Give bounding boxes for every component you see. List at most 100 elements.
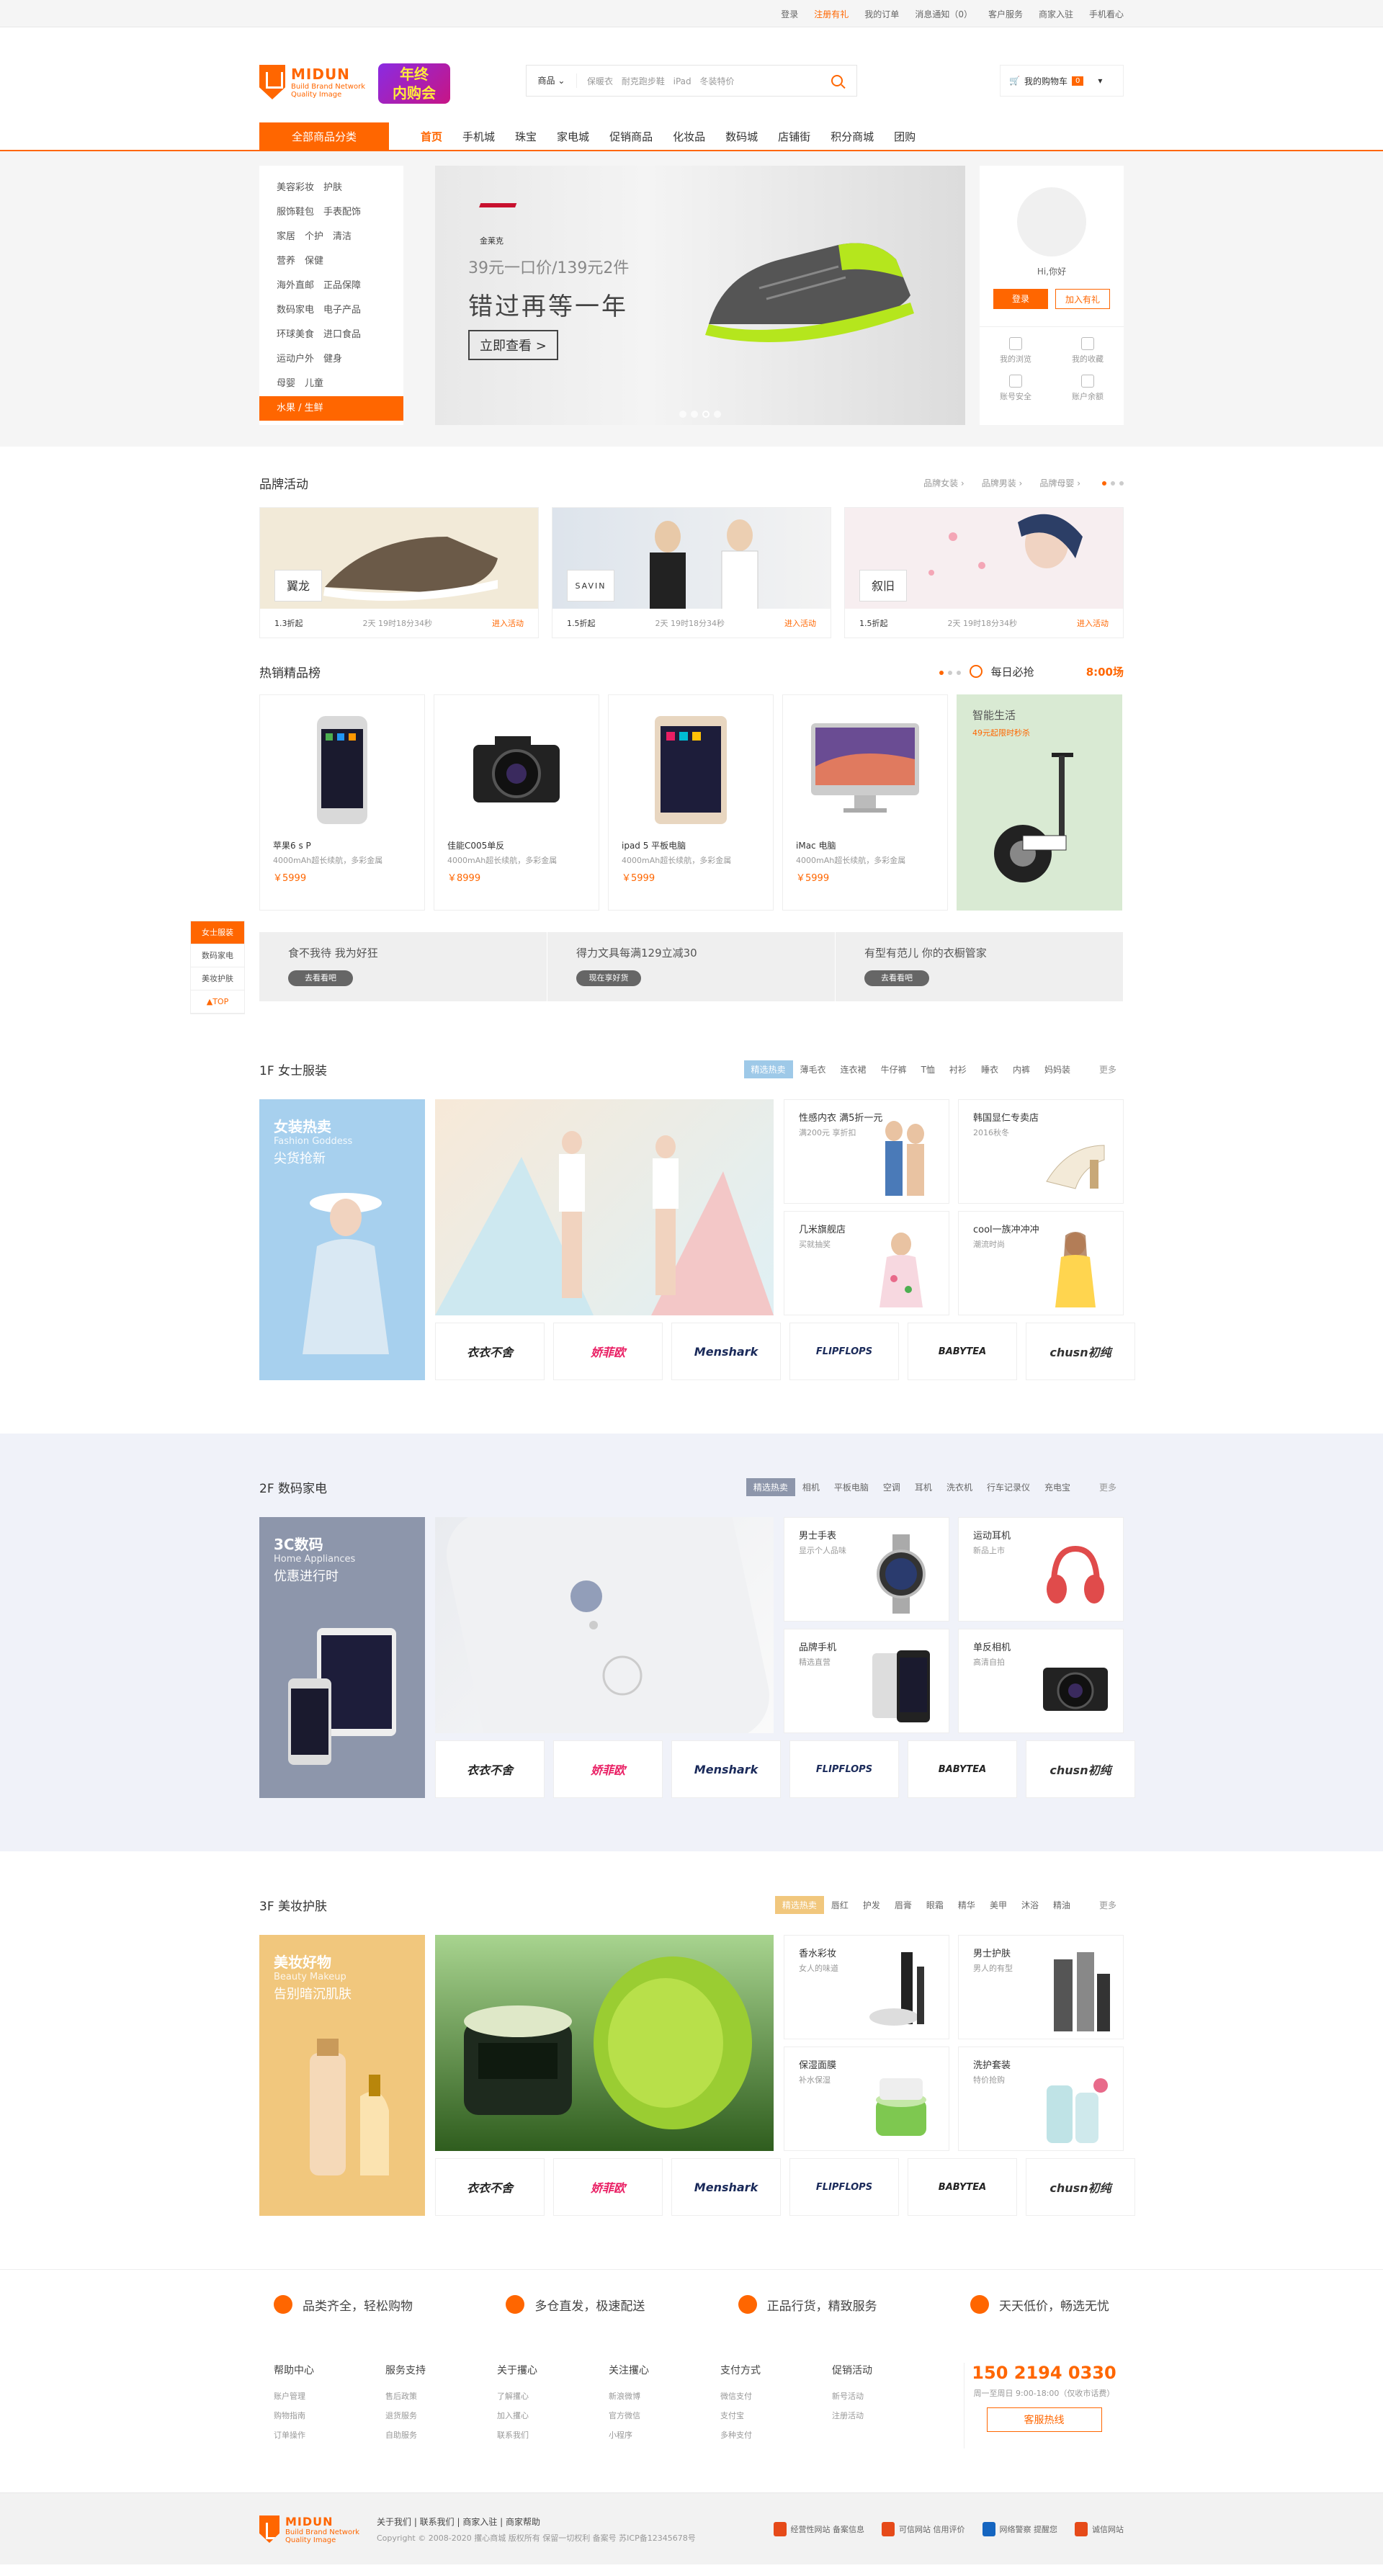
nav-points[interactable]: 积分商城 xyxy=(820,122,884,151)
hot-pager[interactable] xyxy=(935,665,961,678)
floor-hero[interactable]: 女装热卖 Fashion Goddess 尖货抢新 xyxy=(259,1099,425,1380)
category-item[interactable]: 海外直邮 正品保障 xyxy=(259,274,403,298)
floor-tab[interactable]: 空调 xyxy=(876,1478,908,1496)
footer-link[interactable]: 账户管理 xyxy=(274,2390,385,2402)
floor-card[interactable]: 品牌手机 精选直营 xyxy=(784,1629,949,1733)
filter-men[interactable]: 品牌男装 › xyxy=(982,477,1023,489)
brand-card[interactable]: SAVIN 1.5折起 2天 19时18分34秒 进入活动 xyxy=(552,507,831,638)
nav-appliance[interactable]: 家电城 xyxy=(547,122,599,151)
footer-logo[interactable]: MIDUN Build Brand Network Quality Image xyxy=(259,2515,359,2544)
nav-shops[interactable]: 店铺街 xyxy=(768,122,820,151)
floor-tab[interactable]: 护发 xyxy=(856,1896,887,1914)
brand-card[interactable]: 叙旧 1.5折起 2天 19时18分34秒 进入活动 xyxy=(844,507,1124,638)
hero-banner[interactable]: 金莱克 39元一口价/139元2件 错过再等一年 立即查看 > xyxy=(435,166,965,425)
floor-tab[interactable]: 行车记录仪 xyxy=(980,1478,1037,1496)
trust-badge[interactable]: 网络警察 提醒您 xyxy=(982,2522,1057,2536)
category-item[interactable]: 环球美食 进口食品 xyxy=(259,323,403,347)
brand-logo-jiaofei[interactable]: 娇菲欧 xyxy=(553,1740,663,1798)
footer-link[interactable]: 注册活动 xyxy=(832,2410,944,2421)
floor-card[interactable]: 洗护套装 特价抢购 xyxy=(958,2047,1124,2151)
brand-enter-link[interactable]: 进入活动 xyxy=(492,617,524,629)
floor-card[interactable]: 运动耳机 新品上市 xyxy=(958,1517,1124,1622)
floor-banner[interactable] xyxy=(435,1099,774,1315)
floor-tab[interactable]: 精选热卖 xyxy=(746,1477,795,1496)
footer-link[interactable]: 官方微信 xyxy=(609,2410,720,2421)
promo-badge[interactable]: 年终 内购会 xyxy=(378,63,450,104)
all-categories-button[interactable]: 全部商品分类 xyxy=(259,122,389,151)
nav-mobile[interactable]: 手机城 xyxy=(452,122,505,151)
back-to-top-button[interactable]: ▲TOP xyxy=(191,990,244,1014)
join-button[interactable]: 加入有礼 xyxy=(1055,289,1110,309)
floor-tab[interactable]: 衬衫 xyxy=(942,1060,974,1078)
brand-logo-menshark[interactable]: Menshark xyxy=(671,1323,781,1380)
brand-logo-chusn[interactable]: chusn初纯 xyxy=(1026,2158,1135,2216)
promo-strip-item[interactable]: 食不我待 我为好狂 去看看吧 xyxy=(259,932,547,1001)
service-link[interactable]: 客户服务 xyxy=(988,8,1023,20)
footer-bottom-links[interactable]: 关于我们 | 联系我们 | 商家入驻 | 商家帮助 xyxy=(377,2515,696,2528)
messages-link[interactable]: 消息通知（0） xyxy=(915,8,972,20)
footer-link[interactable]: 了解攫心 xyxy=(497,2390,609,2402)
carousel-dot-active[interactable] xyxy=(702,411,710,418)
brand-logo-menshark[interactable]: Menshark xyxy=(671,2158,781,2216)
footer-link[interactable]: 微信支付 xyxy=(720,2390,832,2402)
login-link[interactable]: 登录 xyxy=(781,8,798,20)
floor-tab[interactable]: 薄毛衣 xyxy=(793,1060,833,1078)
category-item[interactable]: 服饰鞋包 手表配饰 xyxy=(259,200,403,225)
brand-logo-chusn[interactable]: chusn初纯 xyxy=(1026,1740,1135,1798)
floor-tab[interactable]: T恤 xyxy=(914,1060,942,1078)
site-logo[interactable]: MIDUN Build Brand Network Quality Image xyxy=(259,65,365,99)
floor-tab[interactable]: 睡衣 xyxy=(974,1060,1006,1078)
brand-logo-babytea[interactable]: BABYTEA xyxy=(908,1323,1017,1380)
product-card[interactable]: iMac 电脑 4000mAh超长续航，多彩金属 ￥5999 xyxy=(782,694,948,911)
shortcut-security[interactable]: 账号安全 xyxy=(980,375,1052,402)
nav-jewelry[interactable]: 珠宝 xyxy=(505,122,547,151)
trust-badge[interactable]: 可信网站 信用评价 xyxy=(882,2522,965,2536)
floor-hero[interactable]: 美妆好物 Beauty Makeup 告别暗沉肌肤 xyxy=(259,1935,425,2216)
floor-card[interactable]: 性感内衣 满5折一元 满200元 享折扣 xyxy=(784,1099,949,1204)
category-item-active[interactable]: 水果 / 生鲜 xyxy=(259,396,403,421)
floor-tab[interactable]: 相机 xyxy=(795,1478,827,1496)
floor-more-link[interactable]: 更多 xyxy=(1092,1060,1124,1078)
register-link[interactable]: 注册有礼 xyxy=(814,8,849,20)
floor-tab[interactable]: 眉膏 xyxy=(887,1896,919,1914)
floor-tab[interactable]: 眼霜 xyxy=(919,1896,951,1914)
carousel-dot[interactable] xyxy=(679,411,686,418)
floor-tab[interactable]: 平板电脑 xyxy=(827,1478,876,1496)
floor-tab[interactable]: 美甲 xyxy=(983,1896,1014,1914)
shortcut-balance[interactable]: 账户余额 xyxy=(1052,375,1124,402)
floor-tab[interactable]: 洗衣机 xyxy=(939,1478,980,1496)
brand-logo-chusn[interactable]: chusn初纯 xyxy=(1026,1323,1135,1380)
floor-card[interactable]: 男士手表 显示个人品味 xyxy=(784,1517,949,1622)
floor-card[interactable]: 保湿面膜 补水保湿 xyxy=(784,2047,949,2151)
brand-pager[interactable] xyxy=(1098,478,1124,488)
footer-link[interactable]: 退货服务 xyxy=(385,2410,497,2421)
footer-link[interactable]: 新浪微博 xyxy=(609,2390,720,2402)
brand-enter-link[interactable]: 进入活动 xyxy=(1077,617,1109,629)
brand-logo-flipflops[interactable]: FLIPFLOPS xyxy=(789,1740,899,1798)
floor-card[interactable]: 韩国显仁专卖店 2016秋冬 xyxy=(958,1099,1124,1204)
trust-badge[interactable]: 诚信网站 xyxy=(1075,2522,1124,2536)
floor-tab[interactable]: 内裤 xyxy=(1006,1060,1037,1078)
avatar[interactable] xyxy=(1017,187,1086,256)
hotline-button[interactable]: 客服热线 xyxy=(986,2407,1102,2432)
floor-tab[interactable]: 沐浴 xyxy=(1014,1896,1046,1914)
floor-nav-item[interactable]: 美妆护肤 xyxy=(191,967,244,990)
category-item[interactable]: 美容彩妆 护肤 xyxy=(259,176,403,200)
footer-link[interactable]: 自助服务 xyxy=(385,2429,497,2441)
floor-hero[interactable]: 3C数码 Home Appliances 优惠进行时 xyxy=(259,1517,425,1798)
floor-card[interactable]: 几米旗舰店 买就抽奖 xyxy=(784,1211,949,1315)
orders-link[interactable]: 我的订单 xyxy=(864,8,899,20)
floor-tab[interactable]: 牛仔裤 xyxy=(874,1060,914,1078)
nav-group[interactable]: 团购 xyxy=(884,122,926,151)
search-button[interactable] xyxy=(818,66,856,96)
category-item[interactable]: 母婴 儿童 xyxy=(259,372,403,396)
category-item[interactable]: 运动户外 健身 xyxy=(259,347,403,372)
floor-tab[interactable]: 精选热卖 xyxy=(774,1895,824,1914)
nav-cosmetics[interactable]: 化妆品 xyxy=(663,122,715,151)
filter-baby[interactable]: 品牌母婴 › xyxy=(1039,477,1080,489)
footer-link[interactable]: 小程序 xyxy=(609,2429,720,2441)
floor-tab[interactable]: 充电宝 xyxy=(1037,1478,1078,1496)
smart-life-card[interactable]: 智能生活 49元起限时秒杀 xyxy=(957,694,1122,911)
promo-strip-button[interactable]: 现在享好货 xyxy=(576,970,641,986)
product-card[interactable]: 苹果6 s P 4000mAh超长续航，多彩金属 ￥5999 xyxy=(259,694,425,911)
